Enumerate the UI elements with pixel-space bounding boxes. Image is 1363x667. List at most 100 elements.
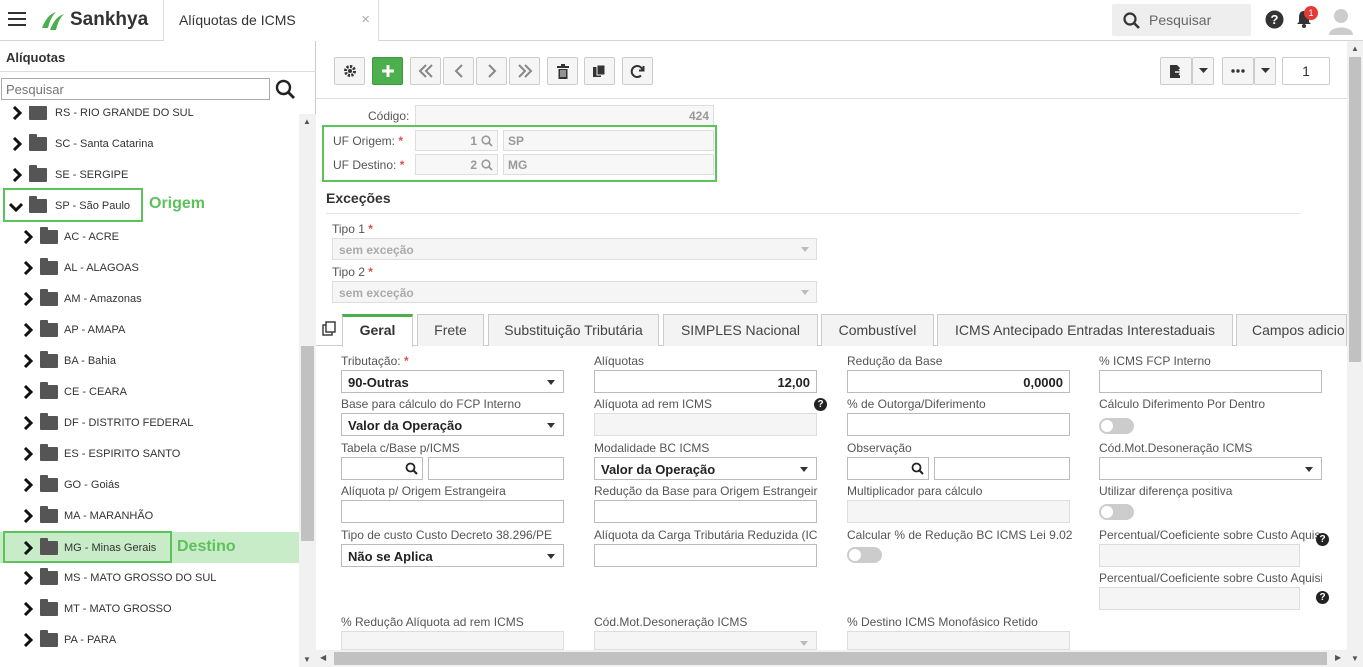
search-icon[interactable]: [481, 159, 493, 171]
tab-simples-nacional[interactable]: SIMPLES Nacional: [663, 314, 818, 346]
reducao-origem-estrangeira-field[interactable]: [594, 500, 817, 523]
global-search[interactable]: Pesquisar: [1112, 4, 1251, 36]
tree-item-es[interactable]: ES - ESPIRITO SANTO: [0, 442, 299, 468]
tree-item-df[interactable]: DF - DISTRITO FEDERAL: [0, 411, 299, 437]
tree-item-mt[interactable]: MT - MATO GROSSO: [0, 597, 299, 623]
previous-record-button[interactable]: [443, 57, 474, 85]
tributacao-select[interactable]: 90-Outras: [341, 370, 564, 393]
scroll-down-icon[interactable]: ▼: [303, 655, 311, 664]
cod-mot-desoneracao-select[interactable]: [1099, 457, 1322, 480]
chevron-right-icon[interactable]: [23, 571, 33, 585]
tab-aliquotas-icms[interactable]: Alíquotas de ICMS ×: [163, 0, 379, 41]
more-dropdown-button[interactable]: [1254, 57, 1276, 85]
more-options-button[interactable]: [1222, 57, 1254, 85]
main-scrollbar[interactable]: ▲ ▼: [1347, 41, 1363, 667]
tree-item-ma[interactable]: MA - MARANHÃO: [0, 504, 299, 530]
tree-item-am[interactable]: AM - Amazonas: [0, 287, 299, 313]
chevron-right-icon[interactable]: [23, 447, 33, 461]
tipo-custo-select[interactable]: Não se Aplica: [341, 544, 564, 567]
help-icon[interactable]: ?: [814, 398, 827, 411]
chevron-right-icon[interactable]: [12, 106, 22, 120]
uf-origem-name-field[interactable]: SP: [503, 130, 714, 151]
tab-icms-antecipado[interactable]: ICMS Antecipado Entradas Interestaduais: [937, 314, 1233, 346]
copy-icon[interactable]: [322, 321, 337, 336]
tabela-base-code-field[interactable]: [341, 457, 423, 480]
tab-campos-adicionais[interactable]: Campos adicio: [1236, 314, 1347, 346]
observacao-code-field[interactable]: [847, 457, 929, 480]
search-icon[interactable]: [275, 79, 296, 100]
chevron-right-icon[interactable]: [23, 230, 33, 244]
next-record-button[interactable]: [476, 57, 507, 85]
carga-reduzida-field[interactable]: [594, 544, 817, 567]
tree-item-ba[interactable]: BA - Bahia: [0, 349, 299, 375]
tipo2-select[interactable]: sem exceção: [332, 281, 817, 303]
chevron-right-icon[interactable]: [23, 261, 33, 275]
chevron-right-icon[interactable]: [12, 137, 22, 151]
scroll-up-icon[interactable]: ▲: [1351, 44, 1359, 53]
add-button[interactable]: [372, 57, 403, 85]
help-icon[interactable]: ?: [1316, 591, 1329, 604]
observacao-name-field[interactable]: [934, 457, 1070, 480]
chevron-right-icon[interactable]: [23, 385, 33, 399]
tree-item-ce[interactable]: CE - CEARA: [0, 380, 299, 406]
first-record-button[interactable]: [410, 57, 441, 85]
base-fcp-select[interactable]: Valor da Operação: [341, 413, 564, 436]
chevron-right-icon[interactable]: [23, 602, 33, 616]
sidebar-search-input[interactable]: [1, 78, 270, 100]
record-page-number[interactable]: 1: [1282, 57, 1330, 85]
chevron-right-icon[interactable]: [23, 416, 33, 430]
tab-geral[interactable]: Geral: [342, 314, 413, 347]
search-icon[interactable]: [911, 462, 924, 475]
scrollbar-thumb[interactable]: [301, 346, 314, 541]
chevron-right-icon[interactable]: [23, 354, 33, 368]
uf-destino-code-field[interactable]: 2: [415, 154, 498, 175]
search-icon[interactable]: [481, 135, 493, 147]
last-record-button[interactable]: [509, 57, 540, 85]
reducao-base-field[interactable]: 0,0000: [847, 370, 1070, 393]
sidebar-scrollbar[interactable]: ▲ ▼: [299, 114, 316, 667]
tree-item-al[interactable]: AL - ALAGOAS: [0, 256, 299, 282]
tree-item-go[interactable]: GO - Goiás: [0, 473, 299, 499]
help-icon[interactable]: ?: [1265, 10, 1284, 29]
diferenca-positiva-toggle[interactable]: [1099, 504, 1134, 520]
outorga-field[interactable]: [847, 413, 1070, 436]
settings-button[interactable]: [334, 57, 365, 85]
help-icon[interactable]: ?: [1316, 533, 1329, 546]
uf-origem-code-field[interactable]: 1: [415, 130, 498, 151]
close-icon[interactable]: ×: [361, 11, 370, 28]
chevron-right-icon[interactable]: [23, 323, 33, 337]
tree-item-se[interactable]: SE - SERGIPE: [0, 163, 299, 189]
refresh-button[interactable]: [622, 57, 653, 85]
tree-item-ac[interactable]: AC - ACRE: [0, 225, 299, 251]
icms-fcp-interno-field[interactable]: [1099, 370, 1322, 393]
tab-combustivel[interactable]: Combustível: [821, 314, 934, 346]
tree-item-pa[interactable]: PA - PARA: [0, 628, 299, 654]
scrollbar-thumb[interactable]: [334, 652, 1327, 665]
tree-item-ms[interactable]: MS - MATO GROSSO DO SUL: [0, 566, 299, 592]
menu-icon[interactable]: [8, 12, 26, 27]
tipo1-select[interactable]: sem exceção: [332, 238, 817, 260]
modalidade-bc-select[interactable]: Valor da Operação: [594, 457, 817, 480]
tree-item-rs[interactable]: RS - RIO GRANDE DO SUL: [0, 106, 299, 127]
calcular-reducao-toggle[interactable]: [847, 547, 882, 563]
chevron-right-icon[interactable]: [23, 633, 33, 647]
tab-substituicao-tributaria[interactable]: Substituição Tributária: [488, 314, 659, 346]
scroll-down-icon[interactable]: ▼: [1351, 654, 1359, 663]
horizontal-scrollbar[interactable]: ◀ ▶: [316, 650, 1347, 667]
chevron-right-icon[interactable]: [23, 509, 33, 523]
tree-item-sc[interactable]: SC - Santa Catarina: [0, 132, 299, 158]
calc-diferimento-toggle[interactable]: [1099, 418, 1134, 434]
uf-destino-name-field[interactable]: MG: [503, 154, 714, 175]
scroll-left-icon[interactable]: ◀: [320, 653, 326, 662]
duplicate-button[interactable]: [584, 57, 615, 85]
aliquotas-field[interactable]: 12,00: [594, 370, 817, 393]
tree-item-ap[interactable]: AP - AMAPA: [0, 318, 299, 344]
export-dropdown-button[interactable]: [1192, 57, 1214, 85]
chevron-right-icon[interactable]: [23, 292, 33, 306]
delete-button[interactable]: [547, 57, 578, 85]
user-avatar-icon[interactable]: [1328, 7, 1354, 35]
scroll-right-icon[interactable]: ▶: [1335, 653, 1341, 662]
chevron-right-icon[interactable]: [12, 168, 22, 182]
chevron-right-icon[interactable]: [23, 478, 33, 492]
codigo-field[interactable]: 424: [415, 105, 714, 126]
